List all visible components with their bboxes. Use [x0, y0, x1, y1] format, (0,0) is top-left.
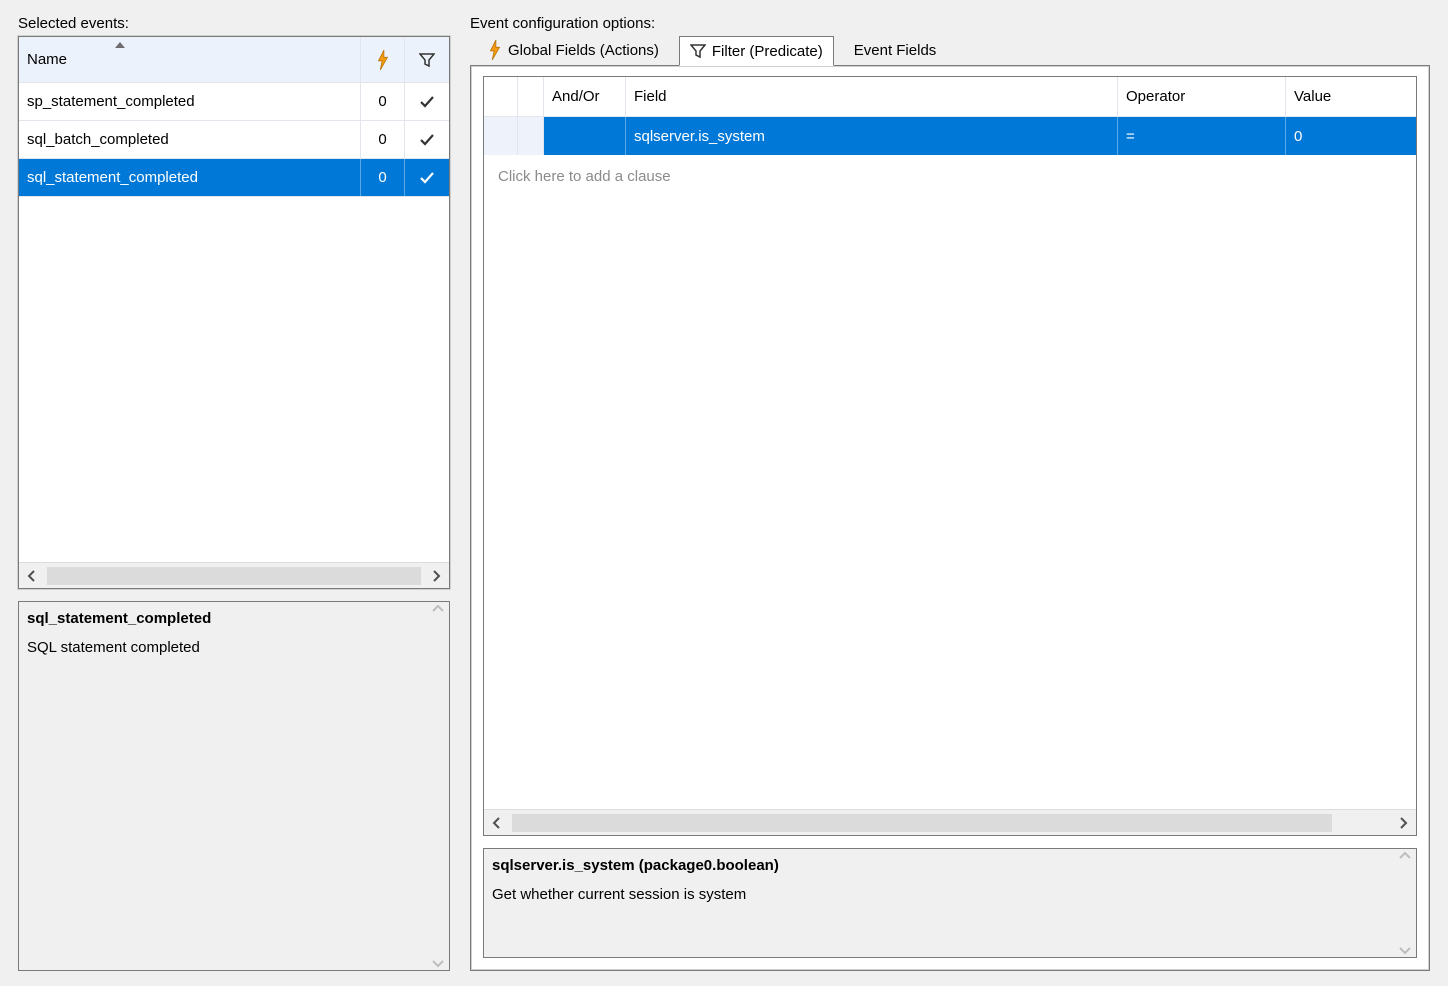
predicate-row-andor[interactable]: [544, 117, 626, 155]
events-horizontal-scrollbar[interactable]: [19, 562, 449, 588]
events-col-actioncount[interactable]: [361, 37, 405, 82]
scroll-left-button[interactable]: [486, 812, 508, 834]
chevron-up-icon: [1399, 851, 1411, 861]
check-icon: [419, 95, 435, 109]
scroll-track[interactable]: [512, 814, 1332, 832]
funnel-icon: [690, 43, 706, 59]
predicate-col-value[interactable]: Value: [1286, 77, 1416, 116]
scroll-right-button[interactable]: [425, 565, 447, 587]
predicate-col-field[interactable]: Field: [626, 77, 1118, 116]
events-row-count: 0: [361, 83, 405, 120]
predicate-row[interactable]: sqlserver.is_system = 0: [484, 117, 1416, 155]
chevron-right-icon: [1398, 817, 1408, 829]
predicate-desc-body: Get whether current session is system: [492, 886, 1392, 903]
chevron-left-icon: [492, 817, 502, 829]
funnel-icon: [419, 52, 435, 68]
config-tabstrip: Global Fields (Actions) Filter (Predicat…: [470, 34, 1430, 66]
events-row-name: sql_batch_completed: [19, 121, 361, 158]
events-row-count: 0: [361, 121, 405, 158]
events-row-filtered: [405, 83, 449, 120]
predicate-horizontal-scrollbar[interactable]: [484, 809, 1416, 835]
tab-filter-predicate[interactable]: Filter (Predicate): [679, 36, 834, 66]
events-col-name-label: Name: [27, 51, 67, 68]
events-row[interactable]: sql_batch_completed 0: [19, 121, 449, 159]
chevron-down-icon: [432, 958, 444, 968]
desc-vertical-scrollbar[interactable]: [429, 604, 447, 968]
predicate-desc-title: sqlserver.is_system (package0.boolean): [492, 857, 1392, 874]
predicate-col-selector[interactable]: [484, 77, 518, 116]
sort-ascending-icon: [115, 42, 125, 48]
tab-global-fields-label: Global Fields (Actions): [508, 42, 659, 59]
event-description-panel: sql_statement_completed SQL statement co…: [18, 601, 450, 971]
events-row-filtered: [405, 121, 449, 158]
lightning-icon: [376, 50, 390, 70]
predicate-add-clause-row[interactable]: Click here to add a clause: [484, 155, 1416, 197]
events-row[interactable]: sql_statement_completed 0: [19, 159, 449, 197]
check-icon: [419, 171, 435, 185]
predicate-field-description-panel: sqlserver.is_system (package0.boolean) G…: [483, 848, 1417, 958]
event-config-label: Event configuration options:: [470, 15, 1430, 32]
events-header-row[interactable]: Name: [19, 37, 449, 83]
predicate-desc-vertical-scrollbar[interactable]: [1396, 851, 1414, 955]
scroll-track[interactable]: [47, 567, 421, 585]
chevron-right-icon: [431, 570, 441, 582]
events-row-filtered: [405, 159, 449, 196]
lightning-icon: [488, 40, 502, 60]
predicate-col-marker[interactable]: [518, 77, 544, 116]
predicate-row-selector[interactable]: [484, 117, 518, 155]
events-row-name: sp_statement_completed: [19, 83, 361, 120]
tab-event-fields[interactable]: Event Fields: [844, 36, 947, 64]
predicate-header-row[interactable]: And/Or Field Operator Value: [484, 77, 1416, 117]
event-desc-body: SQL statement completed: [27, 639, 425, 656]
events-col-name[interactable]: Name: [19, 37, 361, 82]
tab-event-fields-label: Event Fields: [854, 42, 937, 59]
events-col-filter[interactable]: [405, 37, 449, 82]
check-icon: [419, 133, 435, 147]
chevron-left-icon: [27, 570, 37, 582]
predicate-grid[interactable]: And/Or Field Operator Value sqlserver.is…: [483, 76, 1417, 836]
predicate-row-field[interactable]: sqlserver.is_system: [626, 117, 1118, 155]
chevron-up-icon: [432, 604, 444, 614]
tab-filter-label: Filter (Predicate): [712, 43, 823, 60]
predicate-row-marker[interactable]: [518, 117, 544, 155]
selected-events-label: Selected events:: [18, 15, 450, 32]
chevron-down-icon: [1399, 945, 1411, 955]
selected-events-grid[interactable]: Name sp_statement_completed 0: [18, 36, 450, 589]
predicate-row-value[interactable]: 0: [1286, 117, 1416, 155]
scroll-right-button[interactable]: [1392, 812, 1414, 834]
events-row[interactable]: sp_statement_completed 0: [19, 83, 449, 121]
predicate-add-clause-hint: Click here to add a clause: [484, 155, 679, 197]
predicate-col-andor[interactable]: And/Or: [544, 77, 626, 116]
predicate-row-operator[interactable]: =: [1118, 117, 1286, 155]
events-row-name: sql_statement_completed: [19, 159, 361, 196]
events-row-count: 0: [361, 159, 405, 196]
scroll-left-button[interactable]: [21, 565, 43, 587]
event-desc-title: sql_statement_completed: [27, 610, 425, 627]
tab-global-fields[interactable]: Global Fields (Actions): [478, 34, 669, 65]
predicate-col-operator[interactable]: Operator: [1118, 77, 1286, 116]
